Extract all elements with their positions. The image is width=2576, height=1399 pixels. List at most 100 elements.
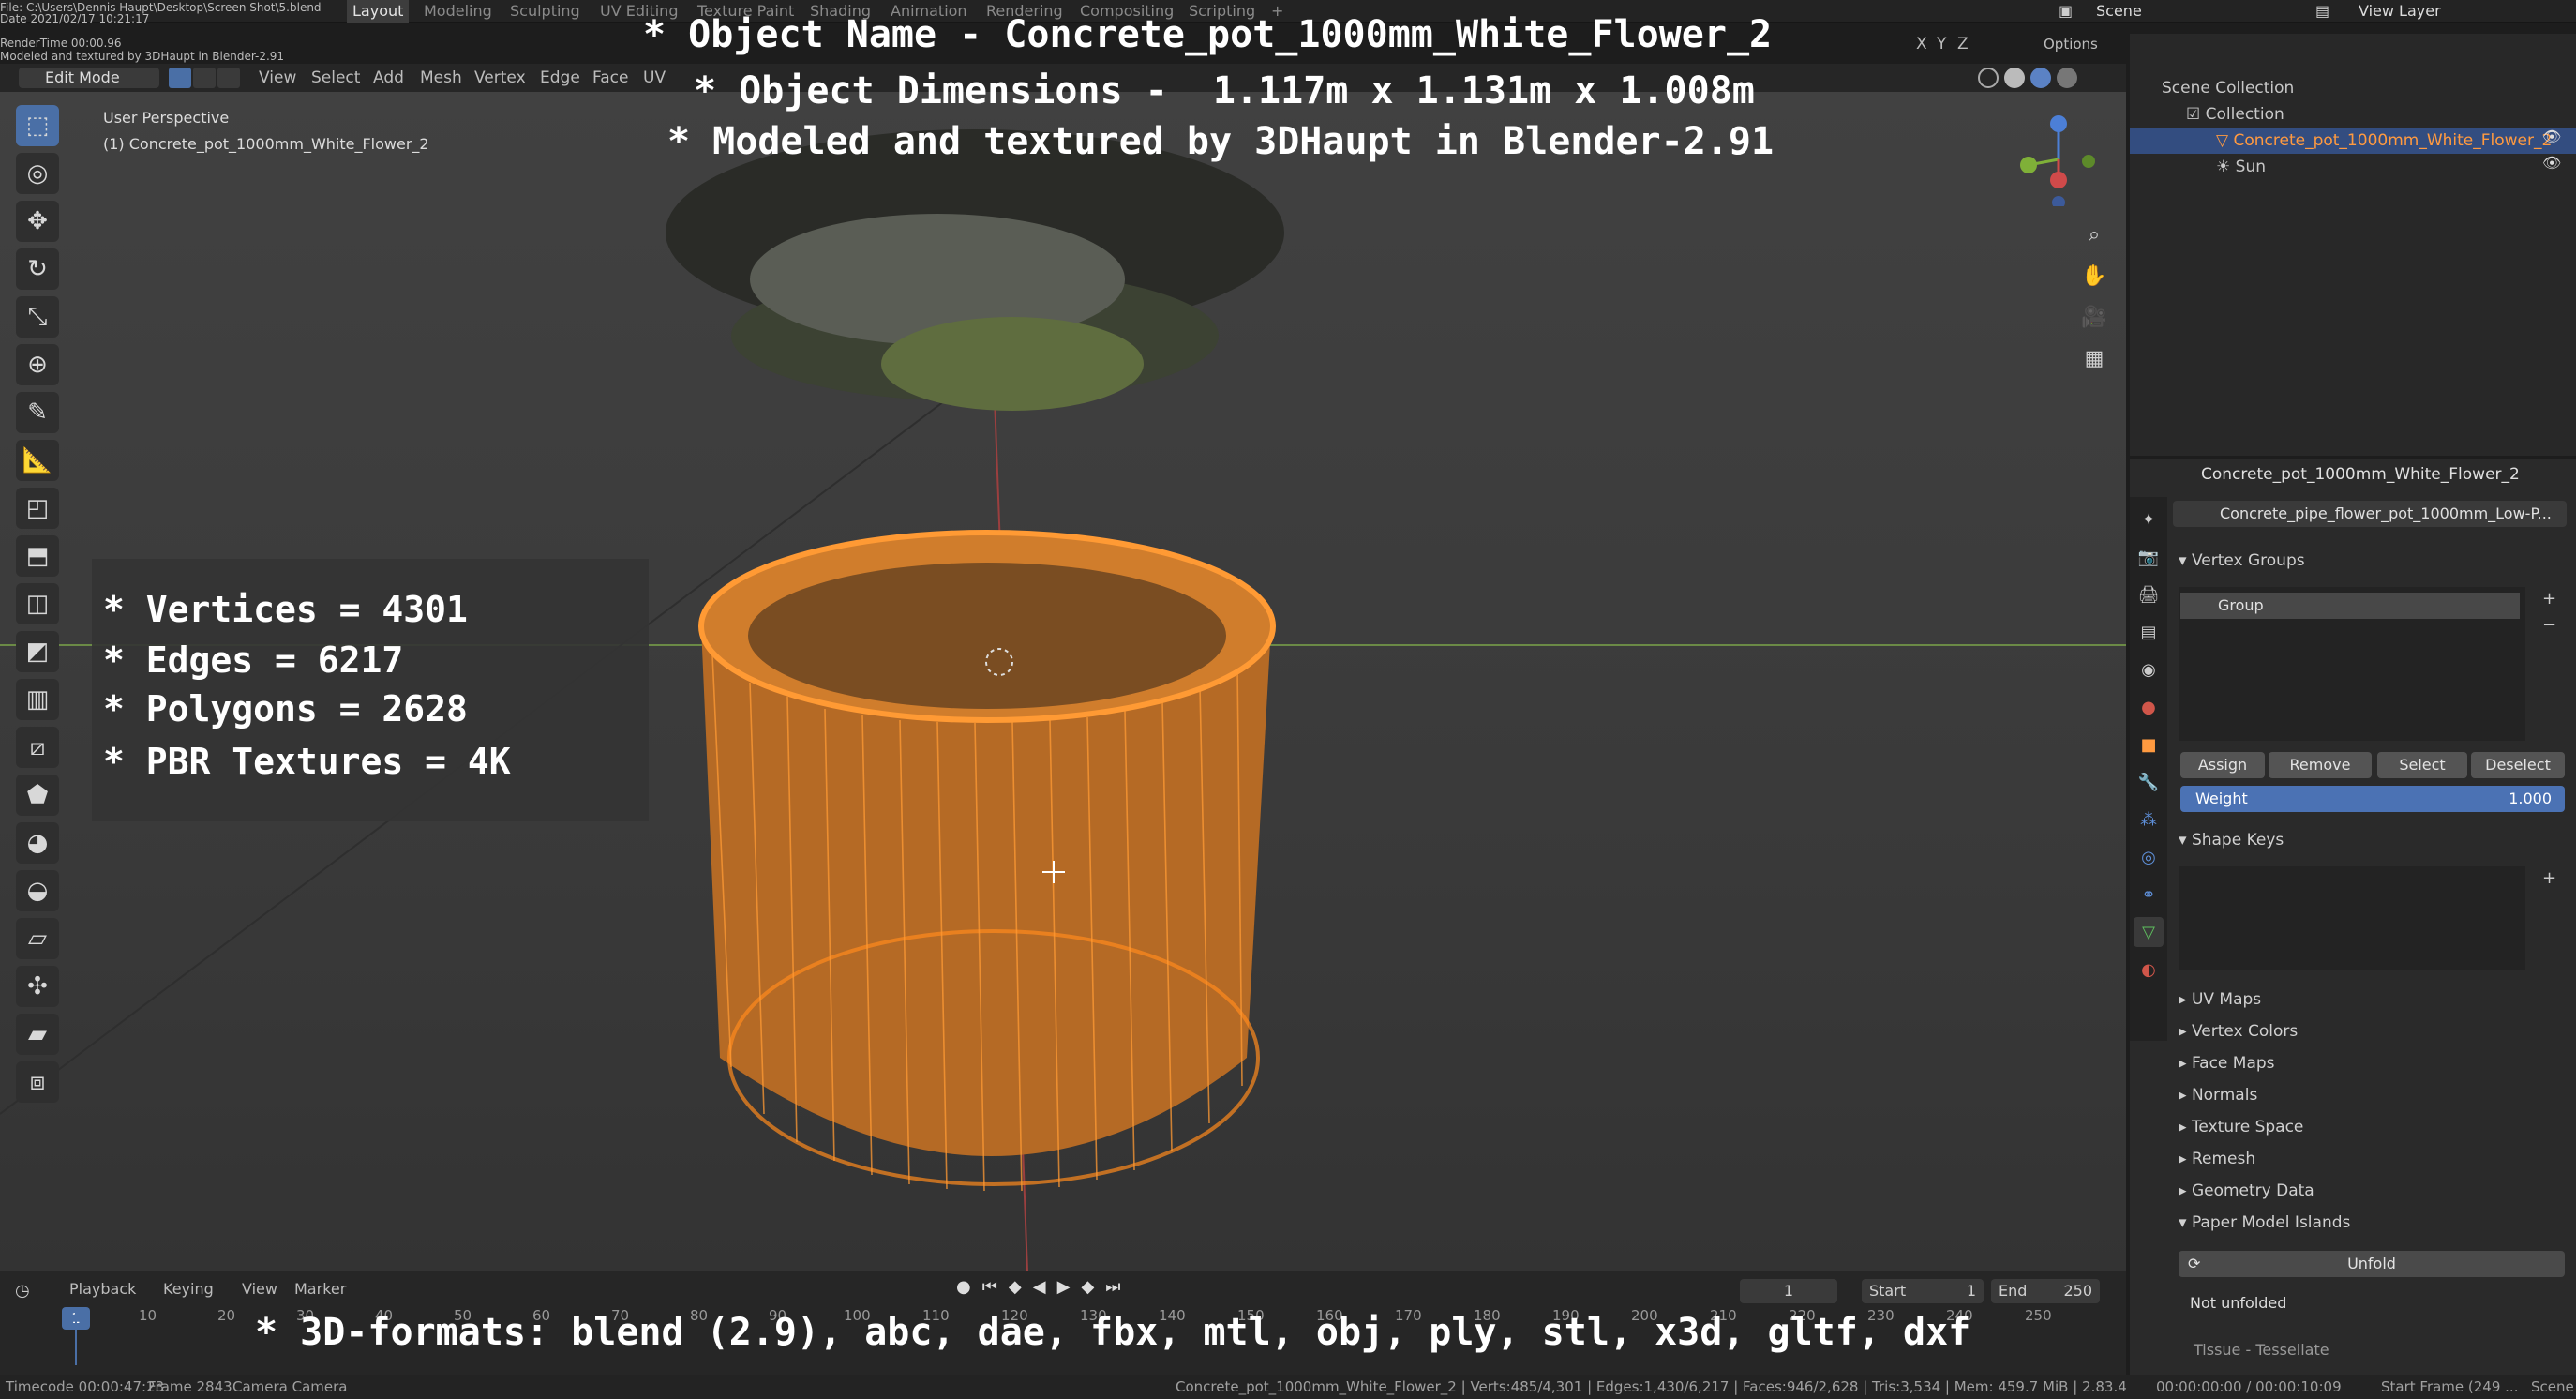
scene-icon[interactable]: ▣ (2059, 2, 2073, 20)
prev-keyframe-icon[interactable]: ◆ (1009, 1277, 1022, 1297)
material-shading-icon[interactable] (2030, 68, 2051, 88)
move-icon[interactable]: ✥ (16, 201, 59, 242)
axis-x-toggle[interactable]: X (1916, 32, 1927, 56)
solid-shading-icon[interactable] (2004, 68, 2025, 88)
outliner-scene-collection[interactable]: Scene Collection (2130, 75, 2576, 101)
select-button[interactable]: Select (2377, 752, 2467, 778)
panel-paper-model[interactable]: ▾ Paper Model Islands (2171, 1208, 2350, 1238)
scale-icon[interactable]: ⤡ (16, 296, 59, 338)
menu-uv[interactable]: UV (643, 66, 666, 90)
menu-view[interactable]: View (259, 66, 296, 90)
menu-face[interactable]: Face (592, 66, 628, 90)
menu-edge[interactable]: Edge (540, 66, 580, 90)
edge-select-icon[interactable] (193, 68, 216, 88)
panel-normals[interactable]: ▸ Normals (2171, 1080, 2257, 1110)
select-box-icon[interactable]: ⬚ (16, 105, 59, 146)
play-reverse-icon[interactable]: ◀ (1033, 1277, 1046, 1297)
jump-start-icon[interactable]: ⏮ (982, 1277, 997, 1297)
tissue-panel[interactable]: Tissue - Tessellate (2194, 1341, 2329, 1359)
shrink-fatten-icon[interactable]: ✣ (16, 966, 59, 1007)
mesh-data-field[interactable]: Concrete_pipe_flower_pot_1000mm_Low-P... (2173, 501, 2567, 527)
marker-menu[interactable]: Marker (294, 1277, 346, 1301)
panel-texture-space[interactable]: ▸ Texture Space (2171, 1112, 2303, 1142)
outliner-item-pot[interactable]: ▽ Concrete_pot_1000mm_White_Flower_2 (2130, 128, 2576, 154)
render-tab-icon[interactable]: 📷 (2134, 542, 2164, 572)
panel-face-maps[interactable]: ▸ Face Maps (2171, 1048, 2275, 1078)
measure-icon[interactable]: 📐 (16, 440, 59, 481)
tab-modeling[interactable]: Modeling (418, 0, 498, 23)
scene-name[interactable]: Scene (2096, 0, 2142, 23)
view-menu[interactable]: View (242, 1277, 277, 1301)
modifier-tab-icon[interactable]: 🔧 (2134, 767, 2164, 797)
rendered-shading-icon[interactable] (2057, 68, 2077, 88)
rotate-icon[interactable]: ↻ (16, 248, 59, 290)
annotate-icon[interactable]: ✎ (16, 392, 59, 433)
object-tab-icon[interactable]: ■ (2134, 730, 2164, 760)
face-select-icon[interactable] (217, 68, 240, 88)
jump-end-icon[interactable]: ⏭ (1105, 1277, 1120, 1297)
output-tab-icon[interactable]: 🖨 (2134, 579, 2164, 609)
keying-menu[interactable]: Keying (163, 1277, 214, 1301)
weight-slider[interactable]: Weight 1.000 (2180, 786, 2565, 812)
wireframe-shading-icon[interactable] (1978, 68, 1999, 88)
next-keyframe-icon[interactable]: ◆ (1081, 1277, 1094, 1297)
navigation-gizmo[interactable] (2008, 113, 2098, 209)
start-frame-field[interactable]: Start 1 (1862, 1279, 1984, 1303)
add-shape-key-icon[interactable]: + (2542, 868, 2556, 888)
rip-icon[interactable]: ⧈ (16, 1061, 59, 1103)
physics-tab-icon[interactable]: ◎ (2134, 842, 2164, 872)
view-layer-icon[interactable]: ▤ (2315, 2, 2329, 20)
knife-icon[interactable]: ⧄ (16, 727, 59, 768)
menu-mesh[interactable]: Mesh (420, 66, 462, 90)
view-layer-tab-icon[interactable]: ▤ (2134, 617, 2164, 647)
particles-tab-icon[interactable]: ⁂ (2134, 805, 2164, 835)
world-tab-icon[interactable]: ● (2134, 692, 2164, 722)
menu-add[interactable]: Add (373, 66, 404, 90)
loop-cut-icon[interactable]: ▥ (16, 679, 59, 720)
edge-slide-icon[interactable]: ▱ (16, 918, 59, 959)
ortho-grid-icon[interactable]: ▦ (2077, 341, 2111, 375)
material-tab-icon[interactable]: ◐ (2134, 955, 2164, 985)
scene-tab-icon[interactable]: ◉ (2134, 654, 2164, 684)
vertex-select-icon[interactable] (169, 68, 191, 88)
playback-menu[interactable]: Playback (69, 1277, 136, 1301)
poly-build-icon[interactable]: ⬟ (16, 775, 59, 816)
remove-button[interactable]: Remove (2269, 752, 2372, 778)
transform-icon[interactable]: ⊕ (16, 344, 59, 385)
remove-group-icon[interactable]: − (2542, 615, 2556, 635)
bevel-icon[interactable]: ◩ (16, 631, 59, 672)
tab-layout[interactable]: Layout (347, 0, 410, 23)
shape-keys-header[interactable]: ▾ Shape Keys (2171, 825, 2284, 855)
panel-vertex-colors[interactable]: ▸ Vertex Colors (2171, 1016, 2298, 1046)
axis-y-toggle[interactable]: Y (1937, 32, 1946, 56)
vertex-group-item[interactable]: Group (2180, 593, 2520, 619)
zoom-icon[interactable]: ⌕ (2077, 218, 2111, 251)
mode-select[interactable]: Edit Mode (19, 68, 159, 88)
vertex-groups-header[interactable]: ▾ Vertex Groups (2171, 546, 2305, 576)
add-group-icon[interactable]: + (2542, 589, 2556, 609)
cursor-icon[interactable]: ◎ (16, 153, 59, 194)
clock-icon[interactable]: ◷ (15, 1281, 30, 1301)
deselect-button[interactable]: Deselect (2471, 752, 2565, 778)
inset-icon[interactable]: ◫ (16, 583, 59, 624)
options-dropdown[interactable]: Options (2044, 32, 2098, 56)
shear-icon[interactable]: ▰ (16, 1014, 59, 1055)
collection-checkbox-icon[interactable]: ☑ (2186, 105, 2206, 124)
smooth-icon[interactable]: ◒ (16, 870, 59, 911)
constraints-tab-icon[interactable]: ⚭ (2134, 880, 2164, 910)
extrude-icon[interactable]: ⬒ (16, 535, 59, 577)
outliner-item-sun[interactable]: ☀ Sun (2130, 154, 2576, 180)
menu-vertex[interactable]: Vertex (474, 66, 526, 90)
tab-sculpting[interactable]: Sculpting (504, 0, 586, 23)
outliner-collection[interactable]: ☑ Collection (2130, 101, 2576, 128)
end-frame-field[interactable]: End 250 (1991, 1279, 2100, 1303)
unfold-button[interactable]: ⟳ Unfold (2179, 1251, 2565, 1277)
spin-icon[interactable]: ◕ (16, 822, 59, 864)
panel-geometry-data[interactable]: ▸ Geometry Data (2171, 1176, 2314, 1206)
assign-button[interactable]: Assign (2180, 752, 2265, 778)
visibility-eye-icon[interactable]: 👁 (2542, 128, 2561, 145)
view-layer-name[interactable]: View Layer (2359, 0, 2441, 23)
play-icon[interactable]: ▶ (1057, 1277, 1071, 1297)
panel-remesh[interactable]: ▸ Remesh (2171, 1144, 2255, 1174)
tool-tab-icon[interactable]: ✦ (2134, 504, 2164, 534)
